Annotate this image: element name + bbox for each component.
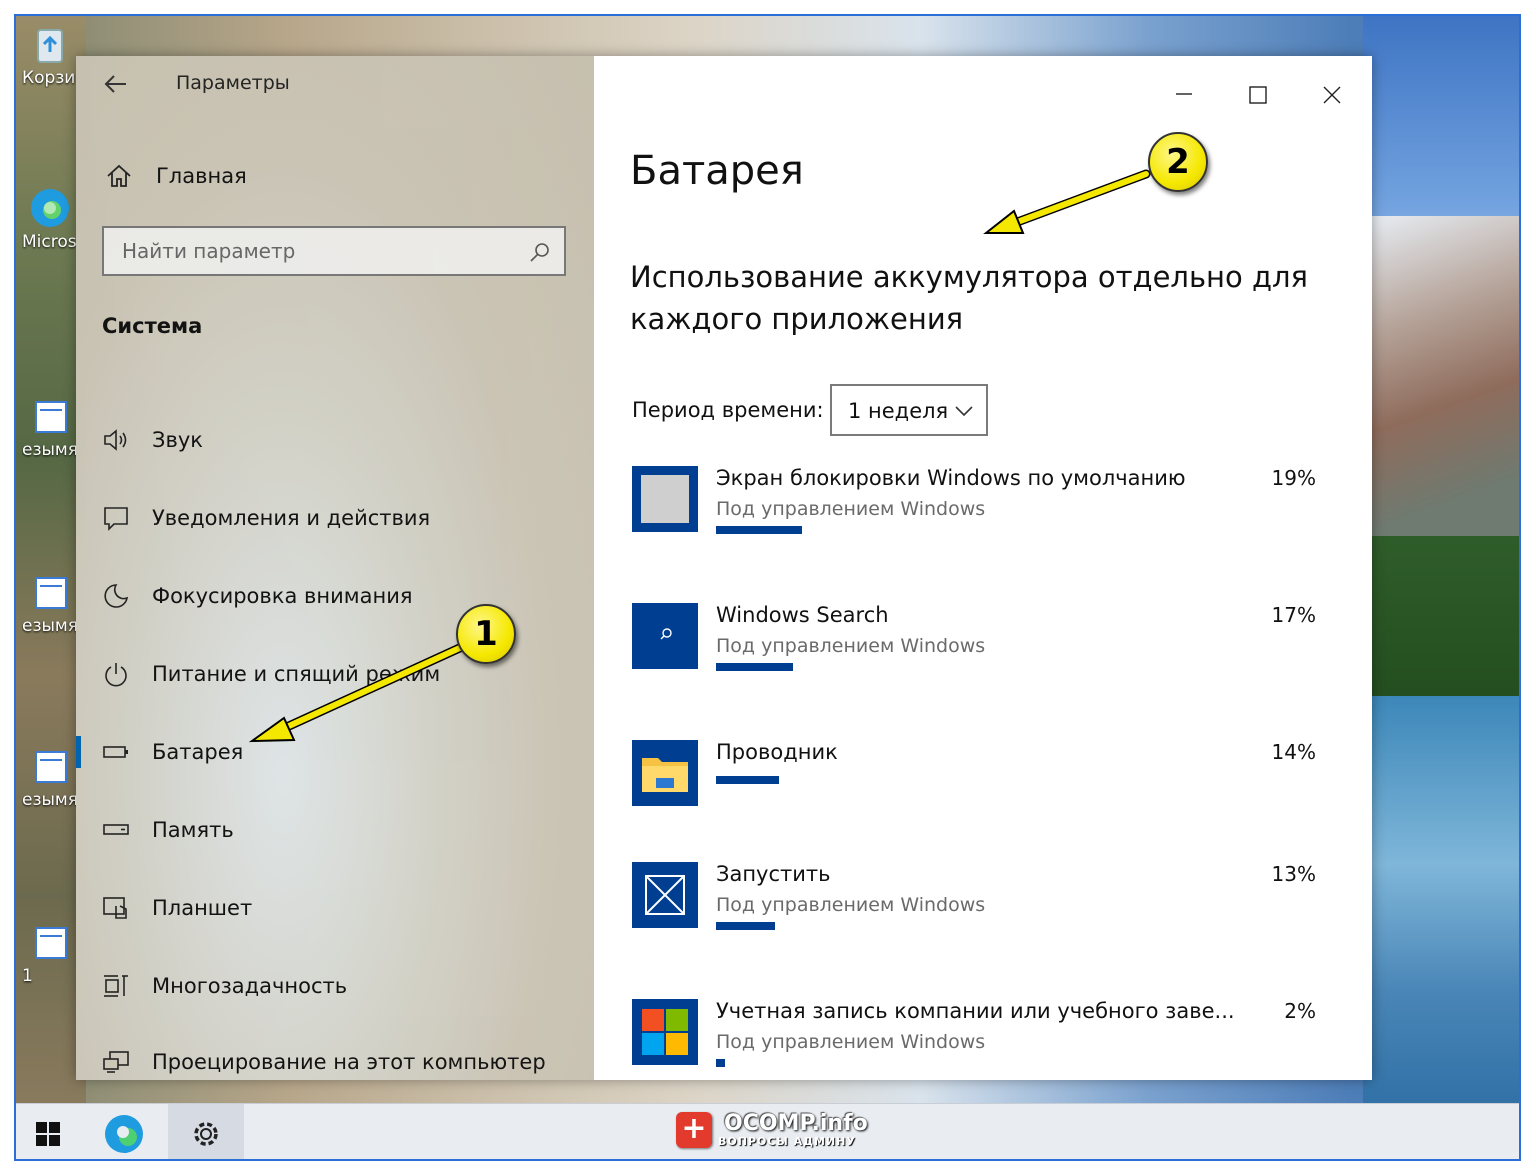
annotation-badge-1: 1 (456, 604, 516, 664)
watermark-subtitle: ВОПРОСЫ АДМИНУ (718, 1134, 856, 1148)
taskbar-settings-button[interactable] (168, 1104, 244, 1159)
start-button[interactable] (16, 1104, 80, 1159)
taskbar-edge-button[interactable] (92, 1104, 156, 1159)
windows-logo-icon (36, 1122, 60, 1146)
site-watermark: + OCOMP.info ВОПРОСЫ АДМИНУ (676, 1108, 868, 1152)
annotation-arrows (248, 169, 1151, 743)
watermark-title: OCOMP.info (724, 1110, 868, 1136)
annotation-arrow-1 (248, 641, 469, 743)
annotation-badge-2: 2 (1148, 132, 1208, 192)
edge-icon (105, 1115, 143, 1153)
screenshot-frame: Корзи Micros Edg езымян езымя езымя 1 (14, 14, 1521, 1161)
watermark-logo-icon: + (676, 1112, 712, 1148)
annotation-arrow-2 (983, 169, 1151, 234)
gear-icon (194, 1122, 218, 1146)
